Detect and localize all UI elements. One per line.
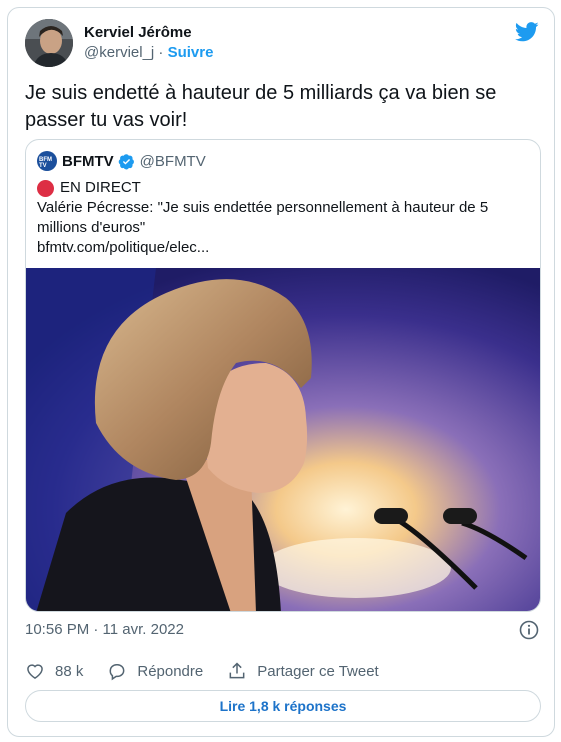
quoted-link[interactable]: bfmtv.com/politique/elec... — [37, 238, 209, 258]
twitter-bird-icon[interactable] — [515, 21, 539, 43]
verified-badge-icon — [118, 153, 134, 169]
bfmtv-logo: BFM TV — [37, 151, 57, 171]
reply-icon — [109, 664, 125, 681]
info-icon[interactable] — [519, 620, 539, 640]
read-replies-button[interactable]: Lire 1,8 k réponses — [25, 690, 541, 722]
quoted-author-name: BFMTV — [62, 152, 114, 170]
tweet-text: Je suis endetté à hauteur de 5 milliards… — [25, 82, 497, 131]
quoted-photo[interactable] — [26, 268, 541, 612]
reply-button[interactable]: Répondre — [107, 661, 203, 681]
author-handle-line: @kerviel_j · Suivre — [84, 43, 213, 63]
live-dot-icon — [37, 179, 54, 197]
quoted-handle: @BFMTV — [139, 152, 206, 170]
timestamp[interactable]: 10:56 PM · 11 avr. 2022 — [25, 621, 184, 638]
like-button[interactable]: 88 k — [25, 661, 83, 681]
follow-button[interactable]: Suivre — [168, 44, 214, 61]
author-name[interactable]: Kerviel Jérôme — [84, 23, 213, 43]
like-count: 88 k — [55, 662, 84, 680]
live-indicator: EN DIRECT — [37, 178, 141, 198]
share-label: Partager ce Tweet — [257, 662, 379, 680]
author-block: Kerviel Jérôme @kerviel_j · Suivre — [84, 23, 213, 63]
tweet-card: Kerviel Jérôme @kerviel_j · Suivre Je su… — [7, 7, 555, 737]
separator-dot: · — [154, 44, 168, 61]
live-label: EN DIRECT — [60, 179, 141, 196]
quoted-tweet[interactable]: BFM TV BFMTV @BFMTV EN DIRECT Valérie Pé… — [25, 139, 541, 612]
tweet-meta: 10:56 PM · 11 avr. 2022 — [25, 619, 539, 641]
avatar[interactable] — [25, 19, 73, 67]
share-icon — [229, 662, 245, 679]
tweet-header: Kerviel Jérôme @kerviel_j · Suivre — [25, 19, 539, 69]
author-handle[interactable]: @kerviel_j — [84, 44, 154, 61]
action-bar: 88 k Répondre Partager ce Tweet — [25, 660, 539, 682]
heart-icon — [27, 664, 43, 679]
quoted-text: Valérie Pécresse: "Je suis endettée pers… — [37, 199, 489, 236]
reply-label: Répondre — [137, 662, 204, 680]
share-button[interactable]: Partager ce Tweet — [227, 661, 379, 681]
bfmtv-logo-text: BFM TV — [39, 157, 52, 169]
quoted-header: BFM TV BFMTV @BFMTV — [37, 150, 206, 172]
